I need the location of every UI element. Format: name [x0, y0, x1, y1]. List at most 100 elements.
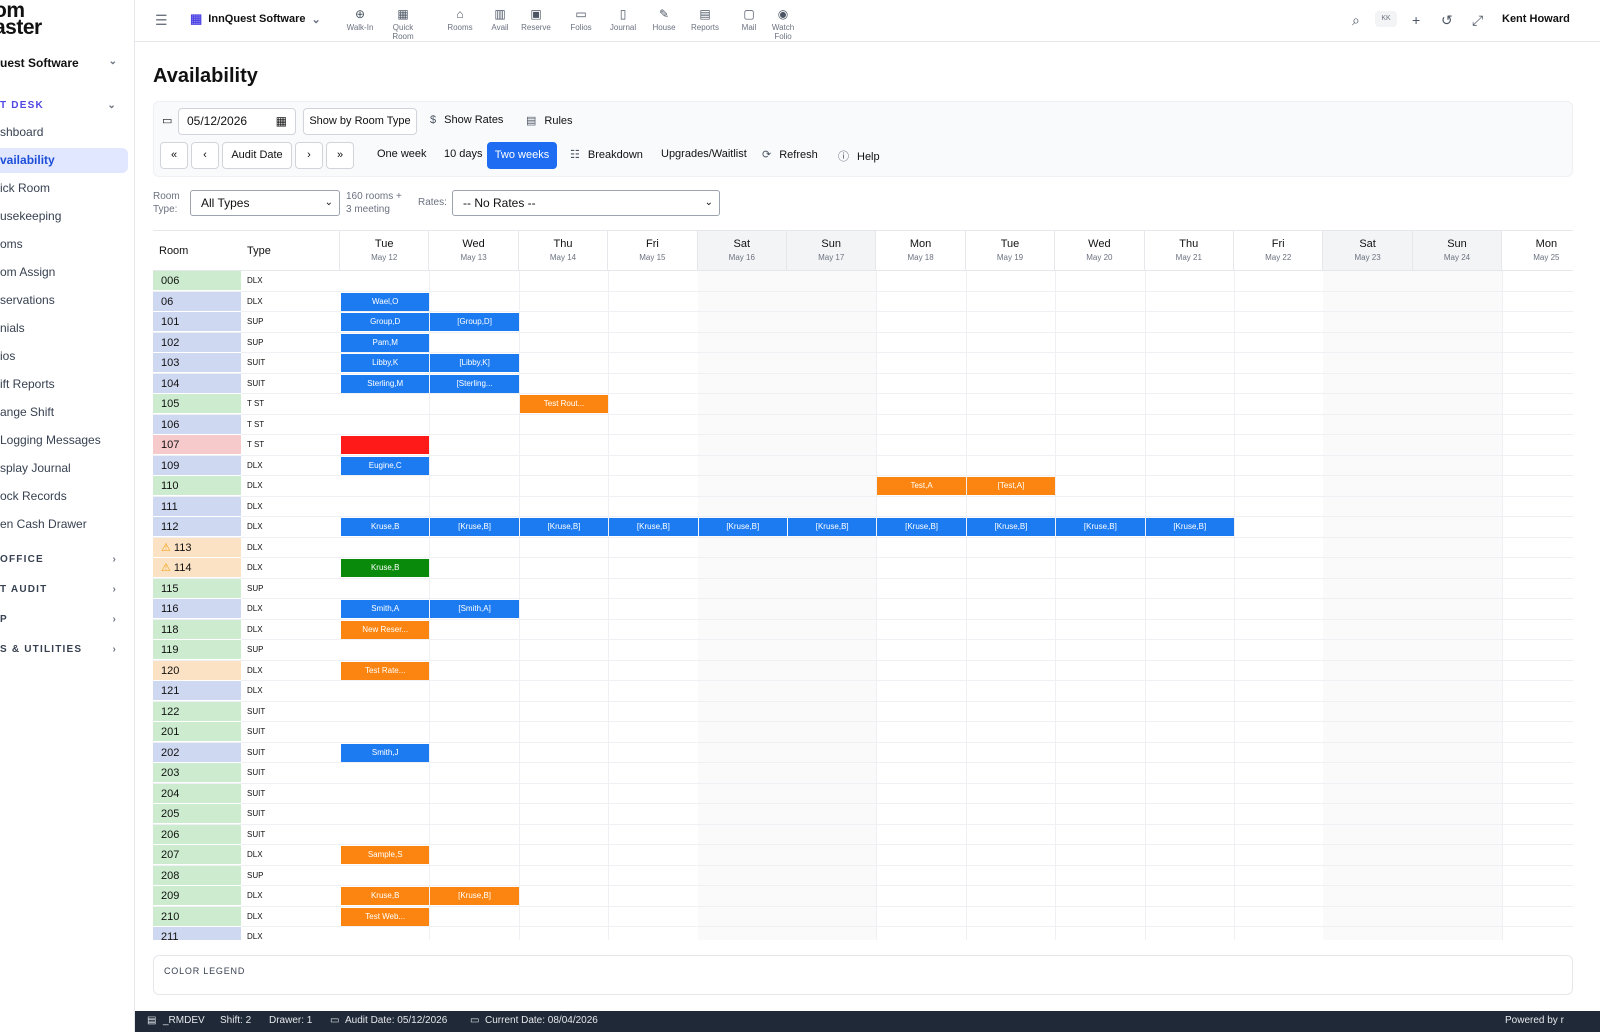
- show-by-room-type-button[interactable]: Show by Room Type: [303, 108, 417, 135]
- two-weeks-button[interactable]: Two weeks: [487, 142, 557, 169]
- sidebar-item-10[interactable]: ange Shift: [0, 400, 128, 425]
- room-number[interactable]: 106: [153, 414, 241, 435]
- reservation-block[interactable]: [Kruse,B]: [430, 887, 519, 905]
- room-number[interactable]: 209: [153, 886, 241, 906]
- reservation-block[interactable]: [Group,D]: [430, 313, 519, 331]
- sidebar-item-14[interactable]: en Cash Drawer: [0, 512, 128, 537]
- property-dropdown[interactable]: ▦ InnQuest Software ⌄: [190, 11, 321, 27]
- room-number[interactable]: 112: [153, 517, 241, 537]
- reservation-block[interactable]: Eugine,C: [341, 456, 430, 475]
- reservation-block[interactable]: [Kruse,B]: [788, 518, 877, 536]
- room-number[interactable]: 107: [153, 435, 241, 455]
- room-number[interactable]: 208: [153, 865, 241, 886]
- reservation-block[interactable]: Test Rout...: [519, 395, 609, 413]
- reservation-block[interactable]: [Kruse,B]: [877, 518, 966, 536]
- toolbar-quick-room[interactable]: ▦ Quick Room: [383, 7, 423, 41]
- sidebar-item-8[interactable]: ios: [0, 344, 128, 369]
- reservation-block[interactable]: [Kruse,B]: [519, 518, 609, 536]
- sidebar-item-13[interactable]: ock Records: [0, 484, 128, 509]
- reservation-block[interactable]: [Test,A]: [966, 477, 1056, 495]
- reservation-block[interactable]: Smith,J: [341, 743, 430, 762]
- search-icon[interactable]: ⌕: [1352, 12, 1360, 29]
- expand-icon[interactable]: ⤢: [1472, 12, 1483, 29]
- reservation-block[interactable]: [Sterling...: [430, 374, 519, 393]
- room-number[interactable]: 202: [153, 742, 241, 763]
- room-number[interactable]: 204: [153, 783, 241, 804]
- toolbar-folios[interactable]: ▭ Folios: [561, 7, 601, 32]
- reservation-block[interactable]: Pam,M: [341, 333, 430, 352]
- user-name[interactable]: Kent Howard: [1502, 13, 1570, 25]
- room-number[interactable]: 119: [153, 640, 241, 660]
- menu-icon[interactable]: ☰: [155, 12, 168, 29]
- sidebar-item-2[interactable]: ick Room: [0, 176, 128, 201]
- sidebar-item-0[interactable]: shboard: [0, 120, 128, 145]
- sidebar-item-12[interactable]: splay Journal: [0, 456, 128, 481]
- property-selector[interactable]: uest Software ⌄: [0, 56, 125, 70]
- section-front-desk[interactable]: T DESK ⌄: [0, 100, 125, 111]
- toolbar-avail[interactable]: ▥ Avail: [480, 7, 520, 32]
- audit-date-button[interactable]: Audit Date: [222, 142, 292, 169]
- reservation-block[interactable]: [Kruse,B]: [609, 518, 698, 536]
- room-number[interactable]: 122: [153, 701, 241, 722]
- room-number[interactable]: 105: [153, 394, 241, 414]
- sidebar-item-4[interactable]: oms: [0, 232, 128, 257]
- toolbar-reports[interactable]: ▤ Reports: [685, 7, 725, 32]
- toolbar-house[interactable]: ✎ House: [644, 7, 684, 32]
- sidebar-item-3[interactable]: usekeeping: [0, 204, 128, 229]
- date-input[interactable]: 05/12/2026 ▦: [178, 108, 296, 135]
- reservation-block[interactable]: Group,D: [341, 313, 430, 331]
- sidebar-item-6[interactable]: servations: [0, 288, 128, 313]
- reservation-block[interactable]: [Kruse,B]: [430, 518, 519, 536]
- section-night-audit[interactable]: T AUDIT ›: [0, 584, 125, 595]
- room-number[interactable]: 103: [153, 353, 241, 373]
- room-number[interactable]: 203: [153, 763, 241, 783]
- reservation-block[interactable]: Kruse,B: [341, 518, 430, 536]
- room-number[interactable]: 210: [153, 906, 241, 927]
- rates-select[interactable]: -- No Rates -- ⌄: [452, 190, 720, 216]
- room-number[interactable]: 109: [153, 455, 241, 476]
- reservation-block[interactable]: Kruse,B: [341, 559, 430, 577]
- section-tools-utilities[interactable]: S & UTILITIES ›: [0, 644, 125, 655]
- room-number[interactable]: 116: [153, 599, 241, 619]
- reservation-block[interactable]: [341, 436, 430, 454]
- reservation-block[interactable]: Test Web...: [341, 907, 430, 926]
- rules-button[interactable]: ▤ Rules: [526, 114, 573, 127]
- reservation-block[interactable]: [Kruse,B]: [698, 518, 787, 536]
- plus-icon[interactable]: +: [1412, 12, 1420, 28]
- history-icon[interactable]: ↺: [1441, 12, 1453, 29]
- room-number[interactable]: 111: [153, 496, 241, 517]
- room-number[interactable]: 06: [153, 291, 241, 312]
- toolbar-walk-in[interactable]: ⊕ Walk-In: [340, 7, 380, 32]
- reservation-block[interactable]: Libby,K: [341, 354, 430, 372]
- sidebar-item-7[interactable]: nials: [0, 316, 128, 341]
- refresh-button[interactable]: ⟳ Refresh: [762, 148, 818, 161]
- room-number[interactable]: ⚠ 113: [153, 537, 241, 558]
- reservation-block[interactable]: [Kruse,B]: [1056, 518, 1145, 536]
- upgrades-waitlist-button[interactable]: Upgrades/Waitlist: [661, 148, 747, 160]
- room-number[interactable]: 206: [153, 824, 241, 845]
- room-number[interactable]: 006: [153, 271, 241, 291]
- section-back-office[interactable]: OFFICE ›: [0, 554, 125, 565]
- reservation-block[interactable]: Sample,S: [341, 846, 430, 864]
- room-number[interactable]: 205: [153, 804, 241, 824]
- reservation-block[interactable]: [Kruse,B]: [966, 518, 1056, 536]
- next-button[interactable]: ›: [295, 142, 323, 169]
- reservation-block[interactable]: Test Rate...: [341, 661, 430, 680]
- first-page-button[interactable]: «: [160, 142, 188, 169]
- room-type-select[interactable]: All Types ⌄: [190, 190, 340, 216]
- reservation-block[interactable]: Kruse,B: [341, 887, 430, 905]
- sidebar-item-1[interactable]: vailability: [0, 148, 128, 173]
- sidebar-item-11[interactable]: Logging Messages: [0, 428, 128, 453]
- sidebar-item-9[interactable]: ift Reports: [0, 372, 128, 397]
- help-button[interactable]: ⓘ Help: [838, 148, 880, 164]
- reservation-block[interactable]: Sterling,M: [341, 374, 430, 393]
- section-p[interactable]: P ›: [0, 614, 125, 625]
- room-number[interactable]: 207: [153, 845, 241, 865]
- breakdown-button[interactable]: ☷ Breakdown: [570, 148, 643, 161]
- room-number[interactable]: 121: [153, 681, 241, 701]
- reservation-block[interactable]: New Reser...: [341, 620, 430, 639]
- room-number[interactable]: 211: [153, 927, 241, 940]
- room-number[interactable]: 115: [153, 578, 241, 599]
- room-number[interactable]: 102: [153, 332, 241, 353]
- sidebar-item-5[interactable]: om Assign: [0, 260, 128, 285]
